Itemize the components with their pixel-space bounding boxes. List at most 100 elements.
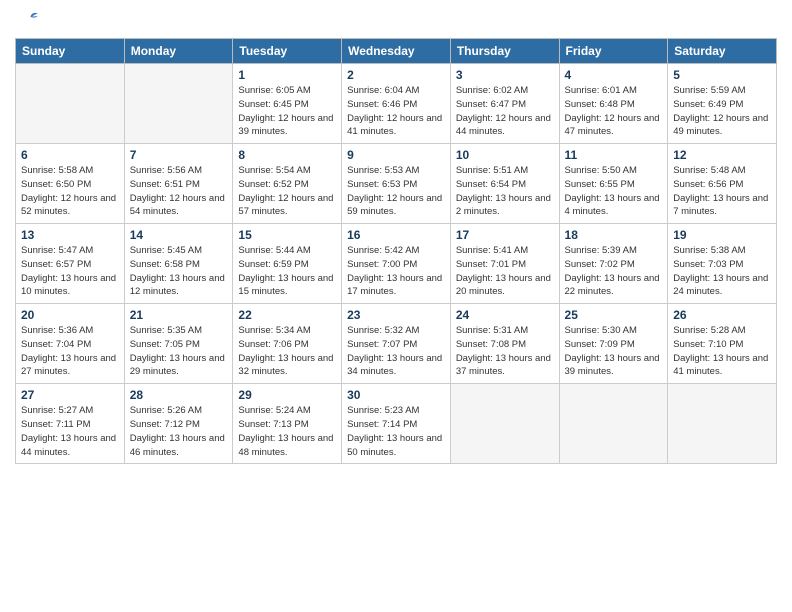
day-number: 24 (456, 308, 554, 322)
daylight-text: Daylight: 13 hours and 39 minutes. (565, 353, 660, 378)
sunset-text: Sunset: 7:02 PM (565, 259, 635, 270)
day-cell: 13 Sunrise: 5:47 AM Sunset: 6:57 PM Dayl… (16, 224, 125, 304)
day-number: 29 (238, 388, 336, 402)
day-cell: 4 Sunrise: 6:01 AM Sunset: 6:48 PM Dayli… (559, 64, 668, 144)
day-cell: 23 Sunrise: 5:32 AM Sunset: 7:07 PM Dayl… (342, 304, 451, 384)
day-number: 25 (565, 308, 663, 322)
day-info: Sunrise: 5:39 AM Sunset: 7:02 PM Dayligh… (565, 244, 663, 299)
sunset-text: Sunset: 6:46 PM (347, 99, 417, 110)
sunset-text: Sunset: 6:55 PM (565, 179, 635, 190)
weekday-header-monday: Monday (124, 39, 233, 64)
sunrise-text: Sunrise: 5:54 AM (238, 165, 310, 176)
sunset-text: Sunset: 6:52 PM (238, 179, 308, 190)
weekday-header-saturday: Saturday (668, 39, 777, 64)
day-number: 8 (238, 148, 336, 162)
day-info: Sunrise: 5:44 AM Sunset: 6:59 PM Dayligh… (238, 244, 336, 299)
day-info: Sunrise: 5:47 AM Sunset: 6:57 PM Dayligh… (21, 244, 119, 299)
sunrise-text: Sunrise: 5:47 AM (21, 245, 93, 256)
sunrise-text: Sunrise: 5:34 AM (238, 325, 310, 336)
day-number: 12 (673, 148, 771, 162)
daylight-text: Daylight: 13 hours and 4 minutes. (565, 193, 660, 218)
day-cell: 14 Sunrise: 5:45 AM Sunset: 6:58 PM Dayl… (124, 224, 233, 304)
sunset-text: Sunset: 7:13 PM (238, 419, 308, 430)
day-number: 19 (673, 228, 771, 242)
day-cell: 19 Sunrise: 5:38 AM Sunset: 7:03 PM Dayl… (668, 224, 777, 304)
day-cell: 5 Sunrise: 5:59 AM Sunset: 6:49 PM Dayli… (668, 64, 777, 144)
sunset-text: Sunset: 6:56 PM (673, 179, 743, 190)
day-info: Sunrise: 6:04 AM Sunset: 6:46 PM Dayligh… (347, 84, 445, 139)
day-cell: 1 Sunrise: 6:05 AM Sunset: 6:45 PM Dayli… (233, 64, 342, 144)
sunset-text: Sunset: 7:09 PM (565, 339, 635, 350)
day-info: Sunrise: 5:50 AM Sunset: 6:55 PM Dayligh… (565, 164, 663, 219)
sunrise-text: Sunrise: 5:23 AM (347, 405, 419, 416)
day-info: Sunrise: 6:05 AM Sunset: 6:45 PM Dayligh… (238, 84, 336, 139)
daylight-text: Daylight: 12 hours and 49 minutes. (673, 113, 768, 138)
sunset-text: Sunset: 6:58 PM (130, 259, 200, 270)
day-info: Sunrise: 5:32 AM Sunset: 7:07 PM Dayligh… (347, 324, 445, 379)
sunrise-text: Sunrise: 5:41 AM (456, 245, 528, 256)
sunset-text: Sunset: 7:06 PM (238, 339, 308, 350)
sunrise-text: Sunrise: 5:28 AM (673, 325, 745, 336)
day-info: Sunrise: 5:34 AM Sunset: 7:06 PM Dayligh… (238, 324, 336, 379)
sunrise-text: Sunrise: 5:44 AM (238, 245, 310, 256)
day-cell (16, 64, 125, 144)
logo-bird-icon (19, 10, 39, 30)
day-cell (559, 384, 668, 464)
weekday-header-friday: Friday (559, 39, 668, 64)
sunset-text: Sunset: 7:08 PM (456, 339, 526, 350)
day-cell: 21 Sunrise: 5:35 AM Sunset: 7:05 PM Dayl… (124, 304, 233, 384)
sunset-text: Sunset: 7:10 PM (673, 339, 743, 350)
sunrise-text: Sunrise: 5:35 AM (130, 325, 202, 336)
logo (15, 10, 39, 30)
day-cell: 24 Sunrise: 5:31 AM Sunset: 7:08 PM Dayl… (450, 304, 559, 384)
day-info: Sunrise: 5:48 AM Sunset: 6:56 PM Dayligh… (673, 164, 771, 219)
day-info: Sunrise: 5:53 AM Sunset: 6:53 PM Dayligh… (347, 164, 445, 219)
daylight-text: Daylight: 13 hours and 34 minutes. (347, 353, 442, 378)
day-info: Sunrise: 5:38 AM Sunset: 7:03 PM Dayligh… (673, 244, 771, 299)
sunrise-text: Sunrise: 5:45 AM (130, 245, 202, 256)
day-cell: 30 Sunrise: 5:23 AM Sunset: 7:14 PM Dayl… (342, 384, 451, 464)
day-cell: 3 Sunrise: 6:02 AM Sunset: 6:47 PM Dayli… (450, 64, 559, 144)
daylight-text: Daylight: 13 hours and 24 minutes. (673, 273, 768, 298)
sunrise-text: Sunrise: 5:26 AM (130, 405, 202, 416)
daylight-text: Daylight: 12 hours and 39 minutes. (238, 113, 333, 138)
day-info: Sunrise: 5:41 AM Sunset: 7:01 PM Dayligh… (456, 244, 554, 299)
day-number: 13 (21, 228, 119, 242)
day-info: Sunrise: 5:23 AM Sunset: 7:14 PM Dayligh… (347, 404, 445, 459)
day-info: Sunrise: 5:56 AM Sunset: 6:51 PM Dayligh… (130, 164, 228, 219)
daylight-text: Daylight: 12 hours and 57 minutes. (238, 193, 333, 218)
week-row-1: 1 Sunrise: 6:05 AM Sunset: 6:45 PM Dayli… (16, 64, 777, 144)
sunset-text: Sunset: 6:51 PM (130, 179, 200, 190)
day-number: 16 (347, 228, 445, 242)
sunrise-text: Sunrise: 5:53 AM (347, 165, 419, 176)
sunrise-text: Sunrise: 5:27 AM (21, 405, 93, 416)
day-info: Sunrise: 5:58 AM Sunset: 6:50 PM Dayligh… (21, 164, 119, 219)
daylight-text: Daylight: 13 hours and 50 minutes. (347, 433, 442, 458)
sunrise-text: Sunrise: 5:50 AM (565, 165, 637, 176)
weekday-header-sunday: Sunday (16, 39, 125, 64)
sunset-text: Sunset: 6:54 PM (456, 179, 526, 190)
day-number: 15 (238, 228, 336, 242)
week-row-2: 6 Sunrise: 5:58 AM Sunset: 6:50 PM Dayli… (16, 144, 777, 224)
day-info: Sunrise: 5:27 AM Sunset: 7:11 PM Dayligh… (21, 404, 119, 459)
header (15, 10, 777, 30)
day-info: Sunrise: 5:30 AM Sunset: 7:09 PM Dayligh… (565, 324, 663, 379)
daylight-text: Daylight: 13 hours and 41 minutes. (673, 353, 768, 378)
day-cell: 12 Sunrise: 5:48 AM Sunset: 6:56 PM Dayl… (668, 144, 777, 224)
day-info: Sunrise: 6:01 AM Sunset: 6:48 PM Dayligh… (565, 84, 663, 139)
day-cell: 10 Sunrise: 5:51 AM Sunset: 6:54 PM Dayl… (450, 144, 559, 224)
day-number: 14 (130, 228, 228, 242)
sunset-text: Sunset: 7:14 PM (347, 419, 417, 430)
sunrise-text: Sunrise: 5:42 AM (347, 245, 419, 256)
day-cell: 22 Sunrise: 5:34 AM Sunset: 7:06 PM Dayl… (233, 304, 342, 384)
day-cell: 8 Sunrise: 5:54 AM Sunset: 6:52 PM Dayli… (233, 144, 342, 224)
sunrise-text: Sunrise: 5:39 AM (565, 245, 637, 256)
day-number: 4 (565, 68, 663, 82)
sunset-text: Sunset: 7:07 PM (347, 339, 417, 350)
day-number: 30 (347, 388, 445, 402)
daylight-text: Daylight: 13 hours and 32 minutes. (238, 353, 333, 378)
day-number: 22 (238, 308, 336, 322)
sunrise-text: Sunrise: 5:38 AM (673, 245, 745, 256)
sunset-text: Sunset: 7:11 PM (21, 419, 91, 430)
daylight-text: Daylight: 13 hours and 27 minutes. (21, 353, 116, 378)
